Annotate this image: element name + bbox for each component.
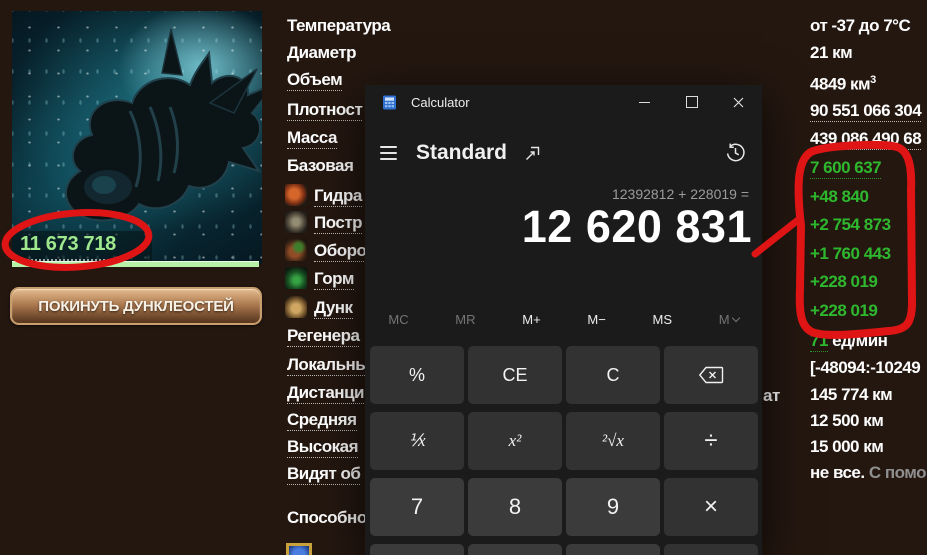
stat-value-regen-rate[interactable]: 71 ед/мин: [810, 331, 887, 351]
memory-clear-button[interactable]: MC: [388, 312, 408, 327]
menu-hamburger-icon[interactable]: [380, 146, 397, 160]
digit-6-key[interactable]: [566, 544, 660, 555]
stat-value-seen: не все. С помощ: [810, 463, 927, 483]
memory-add-button[interactable]: M+: [522, 312, 540, 327]
game-screen: 11 673 718 ПОКИНУТЬ ДУНКЛЕОСТЕЙ Температ…: [0, 0, 927, 555]
stat-label-mass[interactable]: Масса: [287, 128, 337, 148]
keep-on-top-icon[interactable]: [523, 144, 542, 163]
minimize-button[interactable]: [621, 85, 668, 119]
digit-8-key[interactable]: 8: [468, 478, 562, 536]
calc-result: 12 620 831: [522, 201, 752, 253]
multiply-key[interactable]: ×: [664, 478, 758, 536]
stat-value-big1[interactable]: 90 551 066 304: [810, 101, 921, 121]
calc-expression: 12392812 + 228019 =: [612, 186, 749, 202]
stat-label-abilities: Способно: [287, 508, 367, 528]
memory-recall-button[interactable]: MR: [455, 312, 475, 327]
ability-icon[interactable]: [286, 543, 312, 555]
close-button[interactable]: [715, 85, 762, 119]
digit-9-key[interactable]: 9: [566, 478, 660, 536]
stat-value-bonus1: +48 840: [810, 187, 868, 207]
stat-value-bonus2: +2 754 873: [810, 215, 891, 235]
stat-label-volume[interactable]: Объем: [287, 70, 342, 90]
memory-store-button[interactable]: MS: [653, 312, 673, 327]
hormone-row-icon[interactable]: [285, 267, 307, 289]
memory-row: MC MR M+ M− MS M: [365, 312, 762, 327]
stat-value-bonus4: +228 019: [810, 272, 877, 292]
sqrt-key[interactable]: ²√x: [566, 412, 660, 470]
creature-silhouette-icon: [12, 11, 262, 264]
memory-subtract-button[interactable]: M−: [587, 312, 605, 327]
stat-value-diameter: 21 км: [810, 43, 852, 63]
digit-4-key[interactable]: [370, 544, 464, 555]
chevron-down-icon: [731, 314, 739, 322]
stat-value-temperature: от -37 до 7°С: [810, 16, 910, 36]
keypad: % CE C ⅟x x² ²√x ÷ 7 8 9 ×: [370, 346, 758, 555]
digit-7-key[interactable]: 7: [370, 478, 464, 536]
digit-5-key[interactable]: [468, 544, 562, 555]
creature-points-value: 11 673 718: [20, 233, 116, 261]
stat-label-defense[interactable]: Оборо: [314, 241, 366, 261]
stat-value-dist1: 145 774 км: [810, 385, 892, 405]
leave-dunkleosteus-button[interactable]: ПОКИНУТЬ ДУНКЛЕОСТЕЙ: [10, 287, 262, 325]
window-title: Calculator: [411, 95, 470, 110]
creature-health-bar: [12, 261, 259, 267]
stat-value-bonus3: +1 760 443: [810, 244, 891, 264]
stat-label-hydra[interactable]: Гидра: [314, 186, 362, 206]
creature-points-strip: 11 673 718: [12, 231, 152, 261]
minimize-icon: [639, 102, 650, 103]
backspace-icon: [698, 366, 724, 384]
calculator-window: Calculator Standard: [365, 85, 762, 555]
subtract-key[interactable]: [664, 544, 758, 555]
stat-value-coordinates: [-48094:-10249: [810, 358, 920, 378]
stat-label-regeneration[interactable]: Регенера: [287, 326, 359, 346]
maximize-button[interactable]: [668, 85, 715, 119]
square-key[interactable]: x²: [468, 412, 562, 470]
defense-row-icon[interactable]: [285, 239, 307, 261]
stat-value-volume: 4849 км3: [810, 70, 876, 95]
calculator-mode-title: Standard: [416, 141, 507, 165]
stat-label-local[interactable]: Локальны: [287, 355, 369, 375]
maximize-icon: [686, 96, 698, 108]
clipped-word-fragment: ат: [763, 386, 780, 406]
stat-label-seen-by[interactable]: Видят об: [287, 464, 360, 484]
stat-value-big2[interactable]: 439 086 490 68: [810, 129, 921, 149]
stat-value-dist2: 12 500 км: [810, 411, 883, 431]
stat-label-diameter: Диаметр: [287, 43, 356, 63]
stat-label-medium[interactable]: Средняя: [287, 410, 357, 430]
stat-value-bonus5: +228 019: [810, 301, 877, 321]
hydra-row-icon[interactable]: [285, 184, 307, 206]
backspace-key[interactable]: [664, 346, 758, 404]
built-row-icon[interactable]: [285, 211, 307, 233]
stat-label-temperature: Температура: [287, 16, 390, 36]
clear-key[interactable]: C: [566, 346, 660, 404]
stat-label-hormone[interactable]: Горм: [314, 269, 354, 289]
close-icon: [733, 97, 744, 108]
stat-value-energy-total[interactable]: 7 600 637: [810, 158, 881, 178]
stat-label-dunk[interactable]: Дунк: [314, 298, 353, 318]
history-icon[interactable]: [725, 142, 746, 163]
stat-label-base: Базовая: [287, 156, 353, 176]
dunk-row-icon[interactable]: [285, 296, 307, 318]
divide-key[interactable]: ÷: [664, 412, 758, 470]
calculator-titlebar[interactable]: Calculator: [365, 85, 762, 119]
stat-label-high[interactable]: Высокая: [287, 437, 358, 457]
reciprocal-key[interactable]: ⅟x: [370, 412, 464, 470]
stat-label-built[interactable]: Постр: [314, 213, 362, 233]
calculator-app-icon: [382, 95, 397, 110]
stat-value-dist3: 15 000 км: [810, 437, 883, 457]
memory-dropdown-button[interactable]: M: [719, 312, 739, 327]
percent-key[interactable]: %: [370, 346, 464, 404]
creature-image[interactable]: 11 673 718: [12, 11, 262, 264]
stat-label-density[interactable]: Плотност: [287, 100, 362, 120]
stat-label-distance[interactable]: Дистанци: [287, 383, 364, 403]
clear-entry-key[interactable]: CE: [468, 346, 562, 404]
